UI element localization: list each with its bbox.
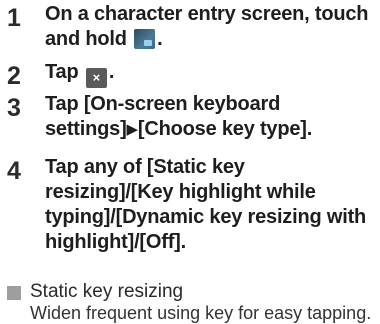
step-number: 4 (7, 157, 21, 185)
note-title: Static key resizing (30, 281, 184, 302)
step-text-before: On a character entry screen, touch and h… (45, 3, 369, 50)
step-text-before: Tap (45, 61, 84, 83)
step-text-after: [Choose key type]. (137, 118, 313, 140)
step-text-after: . (157, 28, 163, 50)
square-bullet-icon (7, 286, 21, 300)
step-text: Tap ×. (45, 60, 375, 88)
step-text: Tap [On-screen keyboard settings]▶[Choos… (45, 92, 375, 142)
step-number: 3 (7, 94, 21, 122)
note-description: Widen frequent using key for easy tappin… (30, 303, 372, 323)
arrow-icon: ▶ (126, 121, 139, 138)
step-text: On a character entry screen, touch and h… (45, 2, 375, 52)
step-text-after: . (108, 61, 115, 83)
step-number: 2 (7, 62, 21, 90)
keyboard-settings-icon (134, 29, 156, 49)
step-number: 1 (7, 4, 21, 32)
step-text: Tap any of [Static key resizing]/[Key hi… (45, 156, 367, 253)
close-icon: × (85, 68, 107, 88)
